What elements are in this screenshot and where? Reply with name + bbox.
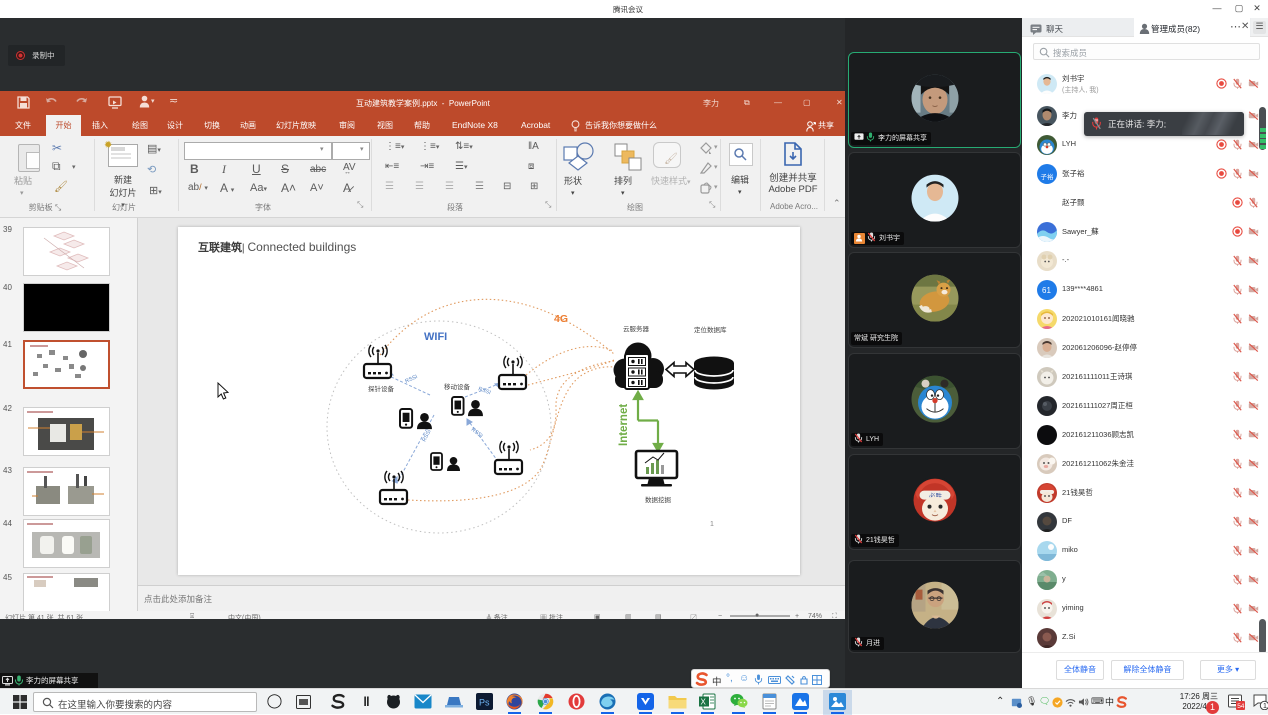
svg-text:1: 1: [710, 521, 714, 528]
svg-text:WIFI: WIFI: [424, 331, 447, 343]
svg-text:数据挖掘: 数据挖掘: [645, 495, 672, 504]
svg-text:1: 1: [1263, 703, 1267, 710]
svg-text:Internet: Internet: [618, 404, 630, 446]
svg-text:RSSI: RSSI: [421, 428, 433, 443]
svg-text:4G: 4G: [554, 313, 568, 325]
svg-text:定位数据库: 定位数据库: [694, 325, 727, 334]
svg-text:RSSI: RSSI: [404, 374, 419, 385]
svg-text:RSSI: RSSI: [470, 427, 484, 440]
svg-text:探针设备: 探针设备: [368, 384, 395, 393]
svg-text:X: X: [701, 698, 707, 707]
svg-text:云服务器: 云服务器: [623, 324, 650, 333]
svg-text:移动设备: 移动设备: [444, 382, 471, 391]
svg-text:Ps: Ps: [479, 698, 490, 708]
svg-text:54: 54: [1237, 703, 1245, 710]
